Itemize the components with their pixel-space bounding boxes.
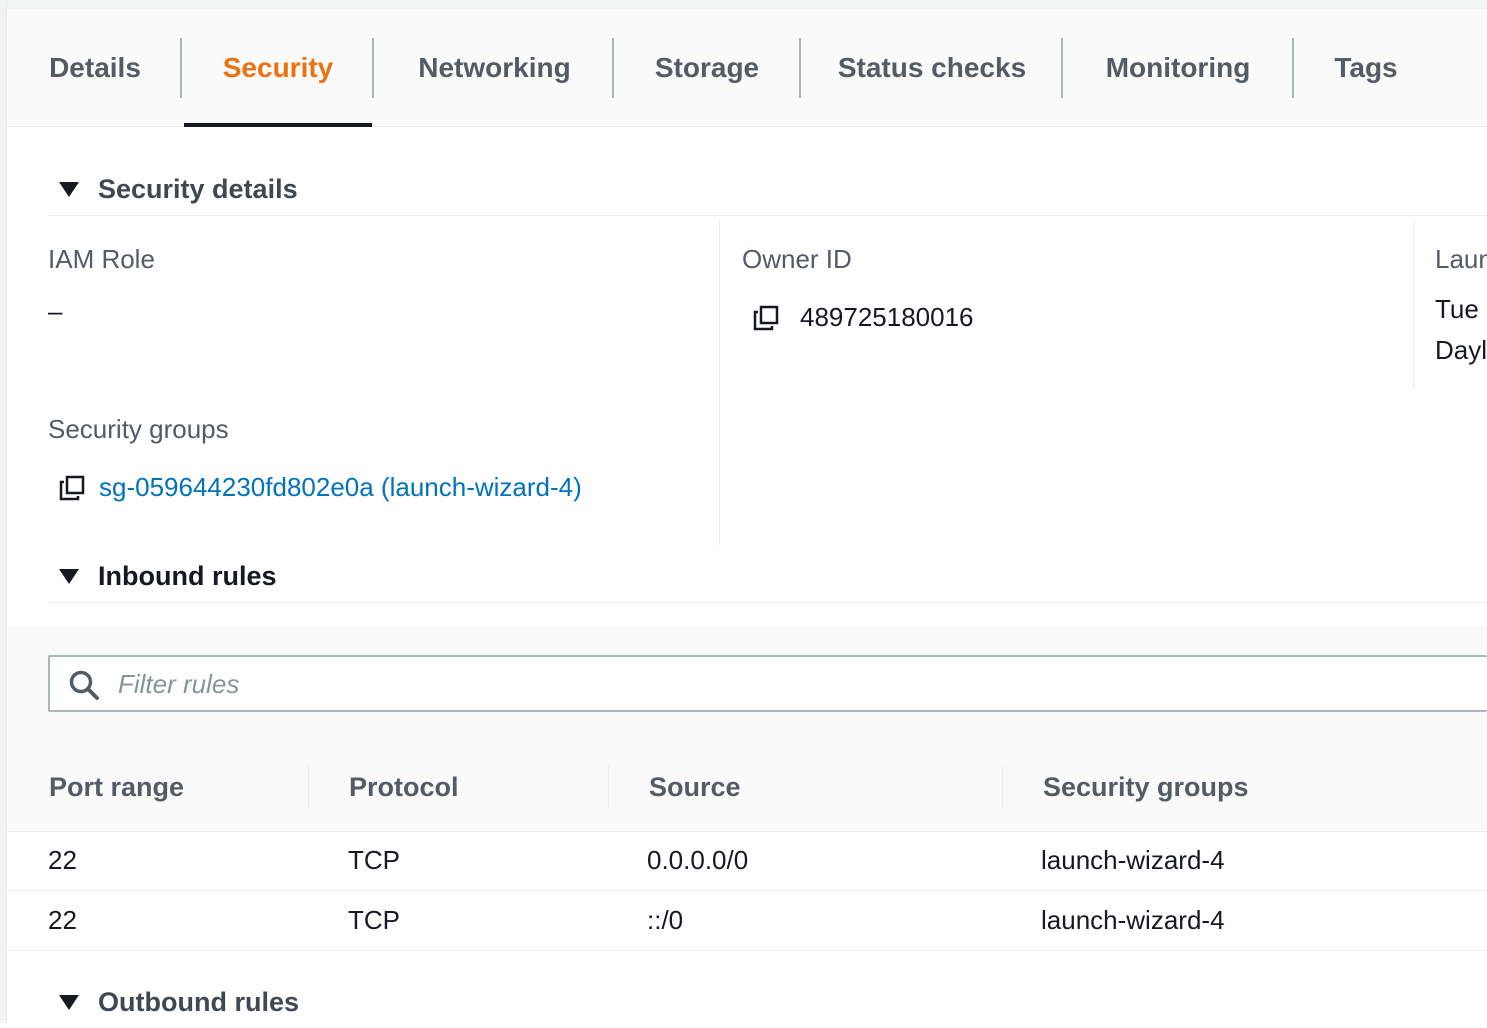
search-icon bbox=[69, 670, 99, 700]
inbound-rules-toggle[interactable]: Inbound rules bbox=[48, 550, 1487, 603]
filter-rules-input[interactable] bbox=[116, 665, 1420, 703]
cell-security-groups: launch-wizard-4 bbox=[1041, 905, 1225, 935]
tab-details[interactable]: Details bbox=[32, 9, 158, 126]
column-header-protocol[interactable]: Protocol bbox=[349, 744, 459, 831]
iam-role-label: IAM Role bbox=[48, 244, 155, 274]
security-group-link[interactable]: sg-059644230fd802e0a (launch-wizard-4) bbox=[99, 472, 582, 503]
outbound-rules-toggle[interactable]: Outbound rules bbox=[48, 976, 1487, 1028]
left-edge bbox=[0, 0, 7, 1023]
column-divider bbox=[719, 220, 720, 545]
cell-source: ::/0 bbox=[647, 905, 684, 935]
tab-separator bbox=[1292, 38, 1294, 98]
cell-port-range: 22 bbox=[48, 845, 77, 875]
cell-security-groups: launch-wizard-4 bbox=[1041, 845, 1225, 875]
tab-security[interactable]: Security bbox=[184, 9, 372, 127]
column-divider bbox=[1413, 220, 1414, 390]
security-details-toggle[interactable]: Security details bbox=[48, 163, 1487, 216]
table-row[interactable]: 22 TCP ::/0 launch-wizard-4 bbox=[7, 891, 1487, 951]
caret-down-icon bbox=[59, 994, 79, 1010]
inbound-rules-table-header: Port range Protocol Source Security grou… bbox=[7, 744, 1487, 832]
tab-separator bbox=[612, 38, 614, 98]
inbound-rules-title: Inbound rules bbox=[98, 560, 277, 591]
column-separator bbox=[308, 766, 309, 808]
launch-time-label: Laun bbox=[1435, 244, 1487, 274]
security-details-title: Security details bbox=[98, 173, 298, 204]
tab-separator bbox=[799, 38, 801, 98]
cell-port-range: 22 bbox=[48, 905, 77, 935]
caret-down-icon bbox=[59, 181, 79, 197]
column-header-security-groups[interactable]: Security groups bbox=[1043, 744, 1249, 831]
cell-source: 0.0.0.0/0 bbox=[647, 845, 749, 875]
tab-monitoring[interactable]: Monitoring bbox=[1077, 9, 1279, 126]
tab-bar: Details Security Networking Storage Stat… bbox=[7, 9, 1487, 127]
cell-protocol: TCP bbox=[348, 845, 400, 875]
column-header-port-range[interactable]: Port range bbox=[49, 744, 184, 831]
copy-icon[interactable] bbox=[753, 305, 779, 331]
column-separator bbox=[608, 766, 609, 808]
tab-separator bbox=[372, 38, 374, 98]
column-separator bbox=[1002, 766, 1003, 808]
tab-storage[interactable]: Storage bbox=[627, 9, 787, 126]
copy-icon[interactable] bbox=[59, 475, 85, 501]
owner-id-value: 489725180016 bbox=[800, 302, 974, 332]
iam-role-value: – bbox=[48, 296, 63, 326]
caret-down-icon bbox=[59, 568, 79, 584]
cell-protocol: TCP bbox=[348, 905, 400, 935]
security-groups-label: Security groups bbox=[48, 414, 229, 444]
tab-networking[interactable]: Networking bbox=[387, 9, 602, 126]
instance-details-panel: Details Security Networking Storage Stat… bbox=[0, 0, 1487, 1023]
tab-status-checks[interactable]: Status checks bbox=[817, 9, 1047, 126]
outbound-rules-title: Outbound rules bbox=[98, 986, 299, 1017]
filter-rules-box bbox=[48, 655, 1487, 712]
launch-time-value: Tue bbox=[1435, 294, 1479, 324]
tab-separator bbox=[1061, 38, 1063, 98]
table-row[interactable]: 22 TCP 0.0.0.0/0 launch-wizard-4 bbox=[7, 831, 1487, 891]
owner-id-label: Owner ID bbox=[742, 244, 852, 274]
column-header-source[interactable]: Source bbox=[649, 744, 741, 831]
top-edge bbox=[0, 0, 1487, 9]
tab-separator bbox=[180, 38, 182, 98]
launch-time-value-line2: Dayl bbox=[1435, 335, 1487, 365]
tab-tags[interactable]: Tags bbox=[1307, 9, 1425, 126]
